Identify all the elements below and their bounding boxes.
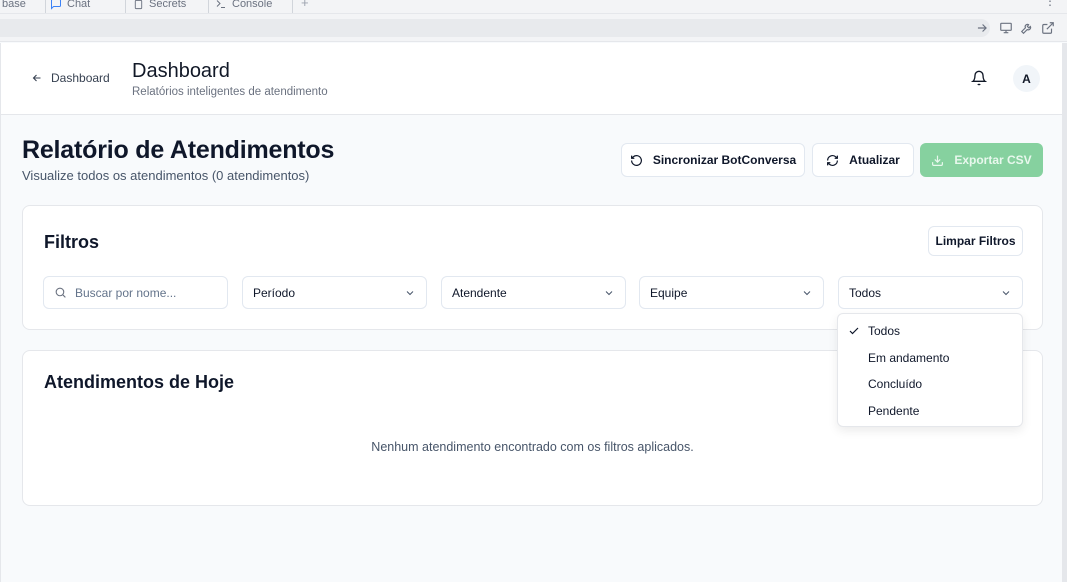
option-label: Concluído xyxy=(868,377,923,392)
app-header: Dashboard Dashboard Relatórios inteligen… xyxy=(1,43,1062,115)
header-title: Dashboard xyxy=(132,60,230,82)
url-field[interactable] xyxy=(0,19,990,37)
attendant-select-value: Atendente xyxy=(452,285,507,300)
search-icon xyxy=(55,287,66,298)
browser-tab-strip: base Chat Secrets Console + ⋮ xyxy=(0,0,1067,14)
back-label: Dashboard xyxy=(51,71,110,85)
tab-separator xyxy=(45,0,46,13)
sync-label: Sincronizar BotConversa xyxy=(652,153,797,167)
status-select-value: Todos xyxy=(849,285,882,300)
arrow-left-icon xyxy=(32,74,41,82)
browser-tab[interactable]: base xyxy=(2,0,26,13)
more-vertical-icon[interactable]: ⋮ xyxy=(1044,0,1056,8)
search-input[interactable] xyxy=(75,285,225,300)
lock-icon xyxy=(134,0,143,9)
browser-tab[interactable]: Chat xyxy=(50,0,90,13)
scrollbar-track[interactable] xyxy=(1062,43,1067,582)
tab-separator xyxy=(125,0,126,13)
refresh-icon xyxy=(827,154,839,166)
status-option-todos[interactable]: Todos xyxy=(838,318,1022,345)
search-field xyxy=(43,276,228,309)
tab-label: Console xyxy=(232,0,273,10)
page-title: Relatório de Atendimentos xyxy=(22,136,335,164)
status-option-pendente[interactable]: Pendente xyxy=(838,398,1022,425)
team-select[interactable]: Equipe xyxy=(639,276,824,309)
filters-title: Filtros xyxy=(44,232,100,252)
option-label: Todos xyxy=(868,324,901,339)
tab-label: Secrets xyxy=(149,0,187,10)
option-label: Pendente xyxy=(868,403,920,418)
chevron-down-icon xyxy=(1002,290,1010,295)
export-csv-button[interactable]: Exportar CSV xyxy=(920,143,1043,177)
chat-icon xyxy=(51,0,61,10)
tab-separator xyxy=(208,0,209,13)
check-icon xyxy=(849,327,859,335)
option-label: Em andamento xyxy=(868,350,950,365)
arrow-right-icon[interactable] xyxy=(975,21,989,35)
chevron-down-icon xyxy=(406,290,414,295)
refresh-button[interactable]: Atualizar xyxy=(812,143,914,177)
external-link-icon[interactable] xyxy=(1041,21,1055,35)
page-subtitle: Visualize todos os atendimentos (0 atend… xyxy=(22,168,310,183)
wrench-icon[interactable] xyxy=(1020,21,1034,35)
chevron-down-icon xyxy=(803,290,811,295)
refresh-label: Atualizar xyxy=(849,153,900,167)
sync-botconversa-button[interactable]: Sincronizar BotConversa xyxy=(621,143,805,177)
chevron-down-icon xyxy=(605,290,613,295)
empty-state-message: Nenhum atendimento encontrado com os fil… xyxy=(371,440,694,454)
period-select-value: Período xyxy=(253,285,296,300)
period-select[interactable]: Período xyxy=(242,276,427,309)
filters-card: Filtros Limpar Filtros Período Atendente… xyxy=(22,205,1043,330)
tab-separator xyxy=(292,0,293,13)
new-tab-icon[interactable]: + xyxy=(301,0,309,10)
address-bar xyxy=(0,14,1067,42)
status-select[interactable]: Todos xyxy=(838,276,1023,309)
tab-label: Chat xyxy=(67,0,91,10)
header-subtitle: Relatórios inteligentes de atendimento xyxy=(132,86,328,98)
clear-filters-button[interactable]: Limpar Filtros xyxy=(928,226,1023,256)
attendant-select[interactable]: Atendente xyxy=(441,276,626,309)
download-icon xyxy=(932,155,944,166)
today-title: Atendimentos de Hoje xyxy=(44,372,235,392)
tab-label: base xyxy=(2,0,26,10)
bell-icon[interactable] xyxy=(971,70,987,86)
export-label: Exportar CSV xyxy=(954,153,1032,167)
status-option-em-andamento[interactable]: Em andamento xyxy=(838,345,1022,372)
team-select-value: Equipe xyxy=(650,285,688,300)
browser-tab[interactable]: Console xyxy=(215,0,272,13)
monitor-icon[interactable] xyxy=(999,21,1013,35)
status-option-concluido[interactable]: Concluído xyxy=(838,371,1022,398)
rotate-ccw-icon xyxy=(630,154,642,166)
back-to-dashboard-link[interactable]: Dashboard xyxy=(31,71,110,85)
status-dropdown-menu: Todos Em andamento Concluído Pendente xyxy=(837,313,1023,427)
terminal-icon xyxy=(216,0,225,8)
browser-tab[interactable]: Secrets xyxy=(133,0,186,13)
avatar[interactable]: A xyxy=(1013,65,1040,92)
